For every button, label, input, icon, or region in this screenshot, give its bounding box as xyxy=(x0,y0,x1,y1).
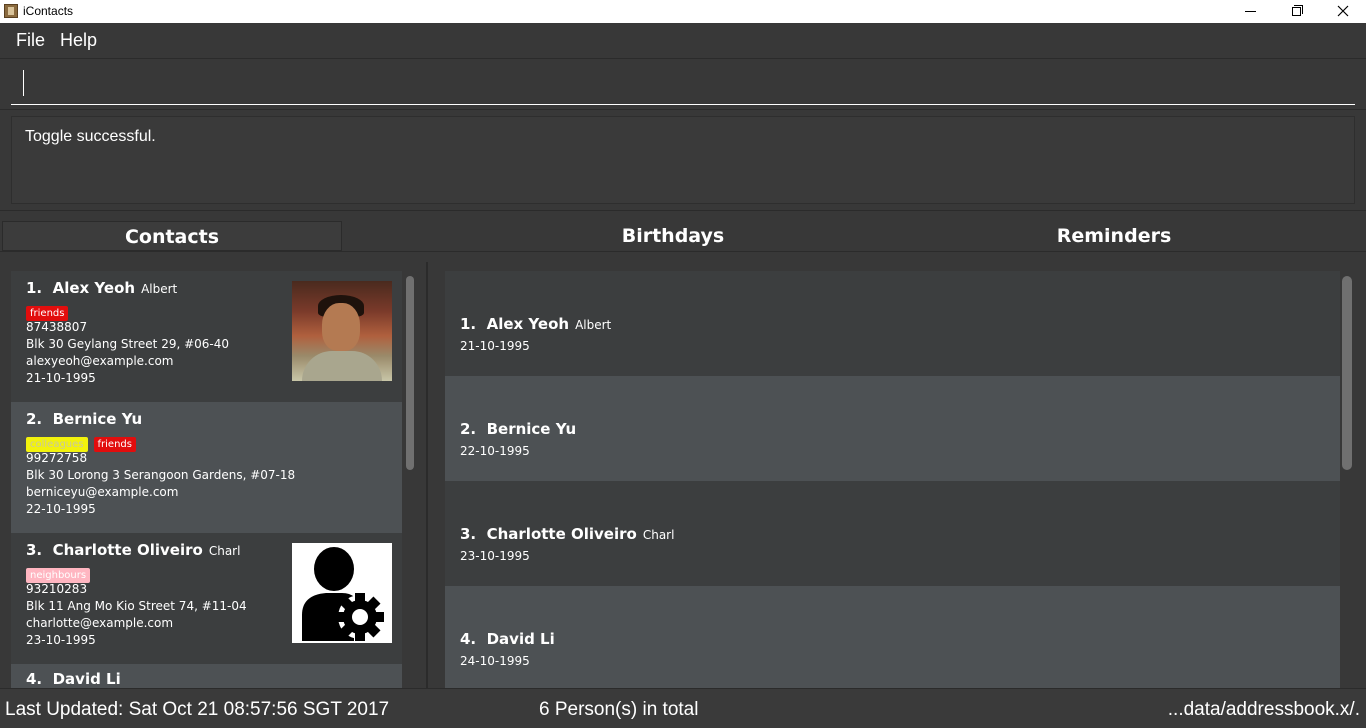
birthday-index: 4. xyxy=(460,630,477,648)
contact-birthday: 22-10-1995 xyxy=(26,502,96,516)
last-updated-status: Last Updated: Sat Oct 21 08:57:56 SGT 20… xyxy=(5,699,390,720)
contact-index: 1. xyxy=(26,279,43,297)
contact-address: Blk 11 Ang Mo Kio Street 74, #11-04 xyxy=(26,599,247,613)
photo-shirt xyxy=(302,351,382,381)
birthday-card[interactable]: 2. Bernice Yu 22-10-1995 xyxy=(445,376,1340,481)
contact-name-text: David Li xyxy=(52,670,121,688)
result-text: Toggle successful. xyxy=(25,128,156,145)
tab-contacts[interactable]: Contacts xyxy=(2,221,342,251)
contact-list[interactable]: 1. Alex Yeoh Albert friends 87438807 Blk … xyxy=(0,262,428,688)
window-title: iContacts xyxy=(23,4,74,18)
command-box xyxy=(0,58,1366,110)
birthday-date: 21-10-1995 xyxy=(460,339,530,353)
birthday-list[interactable]: 1. Alex Yeoh Albert 21-10-1995 2. Bernice… xyxy=(430,262,1366,688)
contact-birthday: 23-10-1995 xyxy=(26,633,96,647)
status-bar: Last Updated: Sat Oct 21 08:57:56 SGT 20… xyxy=(0,688,1366,728)
contact-name-text: Charlotte Oliveiro xyxy=(52,541,203,559)
contact-phone: 99272758 xyxy=(26,451,88,465)
restore-icon xyxy=(1292,5,1303,16)
contact-birthday: 21-10-1995 xyxy=(26,371,96,385)
tag: friends xyxy=(26,306,69,321)
user-settings-icon xyxy=(292,543,392,643)
tab-reminders[interactable]: Reminders xyxy=(950,221,1278,251)
contact-email: alexyeoh@example.com xyxy=(26,354,174,368)
result-display: Toggle successful. xyxy=(0,110,1366,210)
user-settings-icon-svg xyxy=(302,547,384,641)
command-input[interactable] xyxy=(11,69,1355,105)
birthday-name-text: David Li xyxy=(486,630,555,648)
birthday-card[interactable]: 4. David Li 24-10-1995 xyxy=(445,586,1340,688)
birthday-card[interactable]: 1. Alex Yeoh Albert 21-10-1995 xyxy=(445,271,1340,376)
tag: friends xyxy=(93,437,136,452)
contact-address: Blk 30 Geylang Street 29, #06-40 xyxy=(26,337,230,351)
menu-file[interactable]: File xyxy=(16,30,45,51)
tag-list: colleagues friends xyxy=(26,432,142,452)
minimize-button[interactable] xyxy=(1228,0,1274,23)
birthday-card[interactable]: 3. Charlotte Oliveiro Charl 23-10-1995 xyxy=(445,481,1340,586)
contact-index: 4. xyxy=(26,670,43,688)
contact-name-text: Alex Yeoh xyxy=(52,279,136,297)
tab-divider xyxy=(0,251,1366,252)
tag-list: friends xyxy=(26,301,74,321)
contact-phone: 93210283 xyxy=(26,582,88,596)
menu-bar: File Help xyxy=(0,23,1366,58)
birthday-index: 3. xyxy=(460,525,477,543)
result-box[interactable]: Toggle successful. xyxy=(11,116,1355,204)
birthday-name: 1. Alex Yeoh Albert xyxy=(460,315,611,333)
contact-name: 1. Alex Yeoh Albert xyxy=(26,279,177,297)
tag-list: neighbours xyxy=(26,563,96,583)
save-location-status: ...data/addressbook.x/. xyxy=(1167,699,1360,720)
menu-help[interactable]: Help xyxy=(60,30,97,51)
birthday-date: 23-10-1995 xyxy=(460,549,530,563)
contact-alias: Charl xyxy=(208,544,241,558)
tab-birthdays[interactable]: Birthdays xyxy=(500,221,846,251)
photo-face xyxy=(322,303,360,351)
birthday-date: 22-10-1995 xyxy=(460,444,530,458)
birthday-index: 1. xyxy=(460,315,477,333)
person-count-status: 6 Person(s) in total xyxy=(539,699,699,720)
birthday-index: 2. xyxy=(460,420,477,438)
contact-list-scrollbar[interactable] xyxy=(406,276,414,470)
birthday-name-text: Alex Yeoh xyxy=(486,315,570,333)
birthday-list-scrollbar[interactable] xyxy=(1342,276,1352,470)
title-bar: iContacts xyxy=(0,0,1366,23)
birthday-name: 2. Bernice Yu xyxy=(460,420,576,438)
contact-name: 4. David Li xyxy=(26,670,121,688)
tab-bar: Contacts Birthdays Reminders xyxy=(0,210,1366,262)
tag: neighbours xyxy=(26,568,91,583)
contact-card[interactable]: 1. Alex Yeoh Albert friends 87438807 Blk … xyxy=(11,271,402,402)
contact-index: 3. xyxy=(26,541,43,559)
birthday-name: 4. David Li xyxy=(460,630,555,648)
contact-card[interactable]: 3. Charlotte Oliveiro Charl neighbours 93… xyxy=(11,533,402,664)
birthday-name: 3. Charlotte Oliveiro Charl xyxy=(460,525,674,543)
app-icon xyxy=(4,4,18,18)
contact-alias: Albert xyxy=(141,282,178,296)
contact-index: 2. xyxy=(26,410,43,428)
contact-address: Blk 30 Lorong 3 Serangoon Gardens, #07-1… xyxy=(26,468,296,482)
birthday-name-text: Bernice Yu xyxy=(486,420,577,438)
birthday-name-text: Charlotte Oliveiro xyxy=(486,525,637,543)
minimize-icon xyxy=(1245,11,1256,12)
contact-photo xyxy=(292,281,392,381)
text-caret xyxy=(23,70,24,96)
contact-name: 3. Charlotte Oliveiro Charl xyxy=(26,541,240,559)
contact-card[interactable]: 2. Bernice Yu colleagues friends 99272758… xyxy=(11,402,402,533)
close-icon xyxy=(1337,5,1349,17)
tag: colleagues xyxy=(26,437,88,452)
birthday-alias: Albert xyxy=(575,318,612,332)
close-button[interactable] xyxy=(1320,0,1366,23)
birthday-alias: Charl xyxy=(642,528,675,542)
birthday-date: 24-10-1995 xyxy=(460,654,530,668)
contact-name-text: Bernice Yu xyxy=(52,410,143,428)
contact-card[interactable]: 4. David Li xyxy=(11,664,402,688)
contact-phone: 87438807 xyxy=(26,320,88,334)
contact-email: berniceyu@example.com xyxy=(26,485,179,499)
contact-name: 2. Bernice Yu xyxy=(26,410,142,428)
restore-button[interactable] xyxy=(1274,0,1320,23)
contact-email: charlotte@example.com xyxy=(26,616,174,630)
